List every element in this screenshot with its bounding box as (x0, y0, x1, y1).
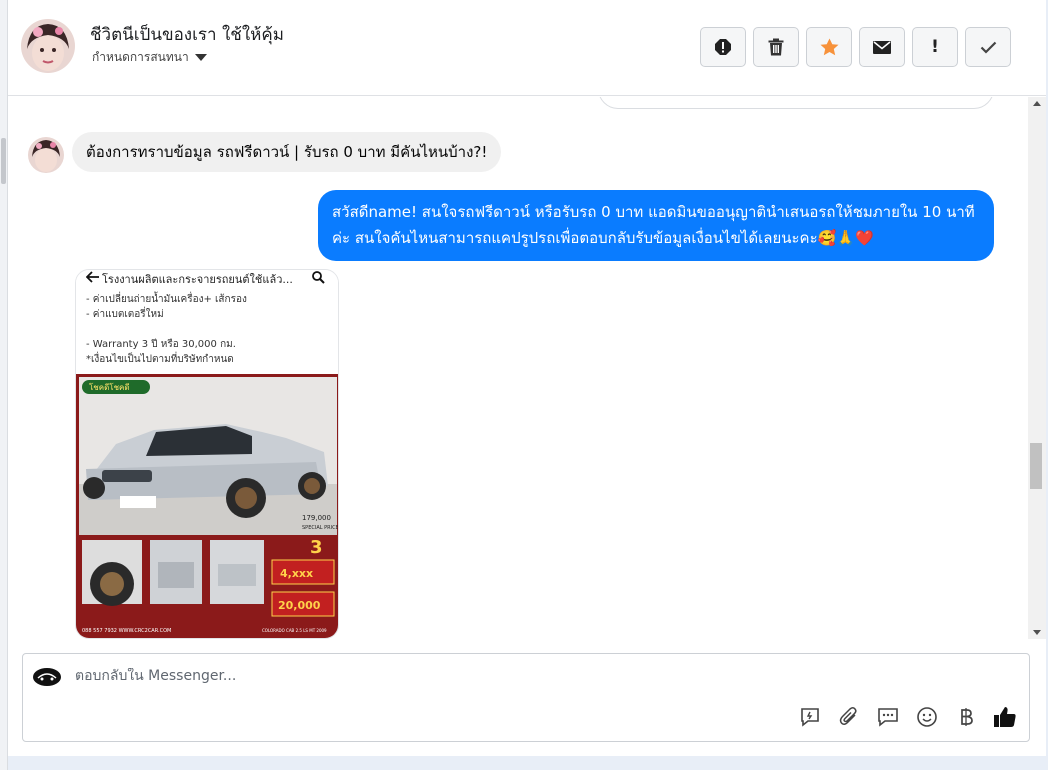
report-icon (715, 39, 731, 55)
ad-box-2: 20,000 (278, 599, 321, 612)
attachment-line: - Warranty 3 ปี หรือ 30,000 กม. (86, 339, 236, 350)
ad-badge: โชคดีโชคดี (89, 382, 130, 392)
like-button[interactable] (992, 704, 1017, 729)
page-logo-icon (33, 668, 61, 686)
incoming-message: ต้องการทราบข้อมูล รถฟรีดาวน์ | รับรถ 0 บ… (72, 132, 502, 172)
conversation-header: ชีวิตนีเป็นของเรา ใช้ให้คุ้ม กำหนดการสนท… (8, 0, 1046, 96)
message-scrollbar[interactable] (1028, 97, 1046, 639)
conversation-schedule-label: กำหนดการสนทนา (92, 50, 189, 64)
message-list[interactable]: ต้องการทราบข้อมูล รถฟรีดาวน์ | รับรถ 0 บ… (8, 97, 1028, 639)
star-icon (820, 38, 838, 56)
saved-reply-icon (877, 707, 898, 727)
report-button[interactable] (700, 27, 746, 67)
mark-done-button[interactable] (965, 27, 1011, 67)
quick-reply-button[interactable] (797, 704, 822, 729)
ad-big-number: 3 (310, 537, 323, 558)
ad-price-small-sub: SPECIAL PRICE (302, 525, 339, 531)
conversation-panel: ชีวิตนีเป็นของเรา ใช้ให้คุ้ม กำหนดการสนท… (8, 0, 1046, 756)
attach-icon (839, 706, 857, 725)
conversation-schedule-dropdown[interactable]: กำหนดการสนทนา (92, 48, 207, 67)
scroll-up-icon[interactable] (1033, 101, 1041, 106)
payment-button[interactable] (953, 704, 978, 729)
edge-grip[interactable] (1, 138, 6, 184)
composer-tools (797, 704, 1017, 729)
baht-icon (960, 707, 973, 726)
ad-phone: 088 557 7932 WWW.CRC2CAR.COM (82, 628, 171, 634)
ad-box-1: 4,xxx (280, 567, 313, 580)
attachment-line-spacer (86, 322, 247, 337)
previous-message-bubble (598, 97, 994, 109)
like-icon (993, 706, 1016, 727)
attachment-line: - ค่าเปลี่ยนถ่ายน้ำมันเครื่อง+ เส้กรอง (86, 294, 247, 305)
car-ad-image: โชคดีโชคดี 179,000 SPECIAL PRICE 3 4,xxx… (76, 374, 339, 638)
scroll-thumb[interactable] (1030, 443, 1042, 489)
mail-icon (873, 40, 891, 54)
attachment-line: - ค่าแบตเตอรี่ใหม่ (86, 309, 164, 320)
reply-input[interactable] (75, 668, 675, 684)
reply-composer (22, 653, 1030, 742)
caret-down-icon (194, 54, 207, 61)
exclamation-icon: ! (931, 37, 939, 57)
emoji-icon (916, 706, 937, 727)
mark-unread-button[interactable] (859, 27, 905, 67)
attachment-title: โรงงานผลิตและกระจายรถยนต์ใช้แล้ว... (102, 273, 293, 286)
contact-name: ชีวิตนีเป็นของเรา ใช้ให้คุ้ม (90, 25, 284, 45)
contact-avatar[interactable] (21, 19, 75, 73)
attachment-caption-area: โรงงานผลิตและกระจายรถยนต์ใช้แล้ว... - ค่… (76, 270, 338, 374)
attachment-lines: - ค่าเปลี่ยนถ่ายน้ำมันเครื่อง+ เส้กรอง -… (86, 292, 247, 367)
back-arrow-icon (86, 271, 99, 283)
scroll-down-icon[interactable] (1033, 630, 1041, 635)
header-actions: ! (700, 27, 1011, 67)
trash-icon (768, 38, 784, 56)
ad-price-small: 179,000 (302, 514, 331, 522)
left-edge-strip (0, 0, 8, 770)
outgoing-message: สวัสดีname! สนใจรถฟรีดาวน์ หรือรับรถ 0 บ… (318, 190, 994, 261)
emoji-button[interactable] (914, 704, 939, 729)
attach-button[interactable] (836, 704, 861, 729)
attachment-line: *เงื่อนไขเป็นไปตามที่บริษัทกำหนด (86, 354, 234, 365)
sender-avatar (28, 137, 64, 173)
image-attachment[interactable]: โรงงานผลิตและกระจายรถยนต์ใช้แล้ว... - ค่… (75, 269, 339, 639)
quick-reply-icon (800, 707, 819, 727)
star-button[interactable] (806, 27, 852, 67)
check-icon (980, 41, 996, 54)
delete-button[interactable] (753, 27, 799, 67)
saved-reply-button[interactable] (875, 704, 900, 729)
ad-model: COLORADO CAB 2.5 LS MT 2009 (262, 628, 327, 633)
search-icon (312, 271, 325, 284)
follow-up-button[interactable]: ! (912, 27, 958, 67)
